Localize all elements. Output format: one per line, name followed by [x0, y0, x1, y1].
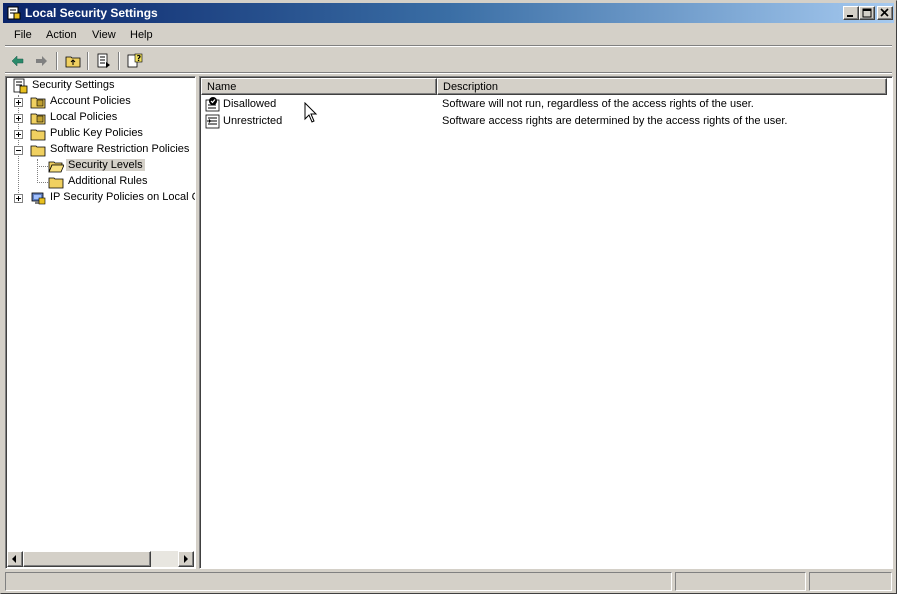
column-header-name[interactable]: Name: [201, 78, 437, 95]
menu-file[interactable]: File: [14, 29, 32, 41]
up-one-level-button[interactable]: [63, 51, 83, 71]
expand-icon[interactable]: [14, 114, 23, 123]
tree-label: Security Settings: [32, 79, 115, 91]
status-panel-2: [675, 572, 806, 591]
mouse-cursor-icon: [304, 102, 318, 123]
back-arrow-icon: [11, 55, 24, 67]
minimize-button[interactable]: [843, 6, 859, 20]
maximize-icon: [862, 8, 872, 18]
unrestricted-icon: [205, 114, 220, 129]
status-panel-3: [809, 572, 892, 591]
app-window: Local Security Settings File Action View…: [0, 0, 897, 594]
list-item-description: Software access rights are determined by…: [442, 115, 788, 127]
policy-folder-icon: [30, 97, 46, 109]
folder-icon: [30, 129, 46, 141]
folder-icon: [30, 145, 46, 157]
toolbar-separator: [118, 52, 120, 70]
tree-item-security-levels[interactable]: Security Levels: [48, 158, 194, 174]
arrow-right-icon: [184, 555, 188, 563]
tree-item-local-policies[interactable]: Local Policies: [14, 110, 194, 126]
forward-button[interactable]: [31, 51, 51, 71]
maximize-button[interactable]: [859, 6, 875, 20]
policy-folder-icon: [30, 113, 46, 125]
tree-connector: [37, 166, 48, 167]
svg-text:?: ?: [137, 54, 142, 63]
export-list-icon: [97, 53, 110, 68]
tree-label: Security Levels: [66, 159, 145, 171]
close-icon: [880, 8, 889, 17]
scroll-thumb[interactable]: [23, 551, 151, 567]
scroll-right-button[interactable]: [178, 551, 194, 567]
menu-help[interactable]: Help: [130, 29, 153, 41]
tree-label: Software Restriction Policies: [50, 143, 190, 155]
status-bar: [5, 572, 892, 591]
expand-icon[interactable]: [14, 194, 23, 203]
tree-connector: [37, 182, 48, 183]
export-list-button[interactable]: [94, 51, 114, 71]
expand-icon[interactable]: [14, 130, 23, 139]
list-item-name: Disallowed: [223, 98, 277, 110]
scroll-left-button[interactable]: [7, 551, 23, 567]
tree-label: Account Policies: [50, 95, 131, 107]
tree-label: Public Key Policies: [50, 127, 143, 139]
window-title: Local Security Settings: [25, 6, 158, 20]
tree-item-additional-rules[interactable]: Additional Rules: [48, 174, 194, 190]
disallowed-icon: [205, 97, 220, 112]
security-settings-icon: [13, 78, 28, 94]
open-folder-icon: [48, 161, 64, 173]
folder-icon: [48, 177, 64, 189]
minimize-icon: [847, 15, 853, 17]
up-folder-icon: [65, 56, 81, 68]
tree-connector: [37, 159, 38, 183]
tree-label: IP Security Policies on Local Co: [50, 191, 196, 203]
arrow-left-icon: [12, 555, 16, 563]
ip-security-icon: [31, 192, 46, 205]
list-item-description: Software will not run, regardless of the…: [442, 98, 754, 110]
status-panel-main: [5, 572, 672, 591]
help-icon: ?: [127, 53, 143, 68]
toolbar: ?: [5, 49, 892, 74]
tree-item-public-key-policies[interactable]: Public Key Policies: [14, 126, 194, 142]
tree-item-ip-security-policies[interactable]: IP Security Policies on Local Co: [14, 190, 196, 206]
menu-view[interactable]: View: [92, 29, 116, 41]
help-button[interactable]: ?: [125, 51, 145, 71]
expand-icon[interactable]: [14, 98, 23, 107]
tree-horizontal-scrollbar[interactable]: [7, 551, 194, 567]
security-settings-icon: [7, 6, 21, 20]
list-pane[interactable]: Name Description Disallowed Software wil…: [199, 76, 893, 569]
collapse-icon[interactable]: [14, 146, 23, 155]
title-bar[interactable]: Local Security Settings: [3, 3, 894, 23]
tree-label: Local Policies: [50, 111, 118, 123]
toolbar-separator: [87, 52, 89, 70]
column-header-description[interactable]: Description: [437, 78, 887, 95]
menu-bar: File Action View Help: [5, 26, 892, 47]
tree-item-account-policies[interactable]: Account Policies: [14, 94, 194, 110]
tree-item-software-restriction-policies[interactable]: Software Restriction Policies: [14, 142, 194, 158]
back-button[interactable]: [8, 51, 28, 71]
tree-pane[interactable]: Security Settings Account Policies Local…: [5, 76, 196, 569]
close-button[interactable]: [877, 6, 893, 20]
toolbar-separator: [56, 52, 58, 70]
tree-label: Additional Rules: [68, 175, 148, 187]
list-item-name: Unrestricted: [223, 115, 283, 127]
forward-arrow-icon: [36, 56, 47, 66]
menu-action[interactable]: Action: [46, 29, 77, 41]
